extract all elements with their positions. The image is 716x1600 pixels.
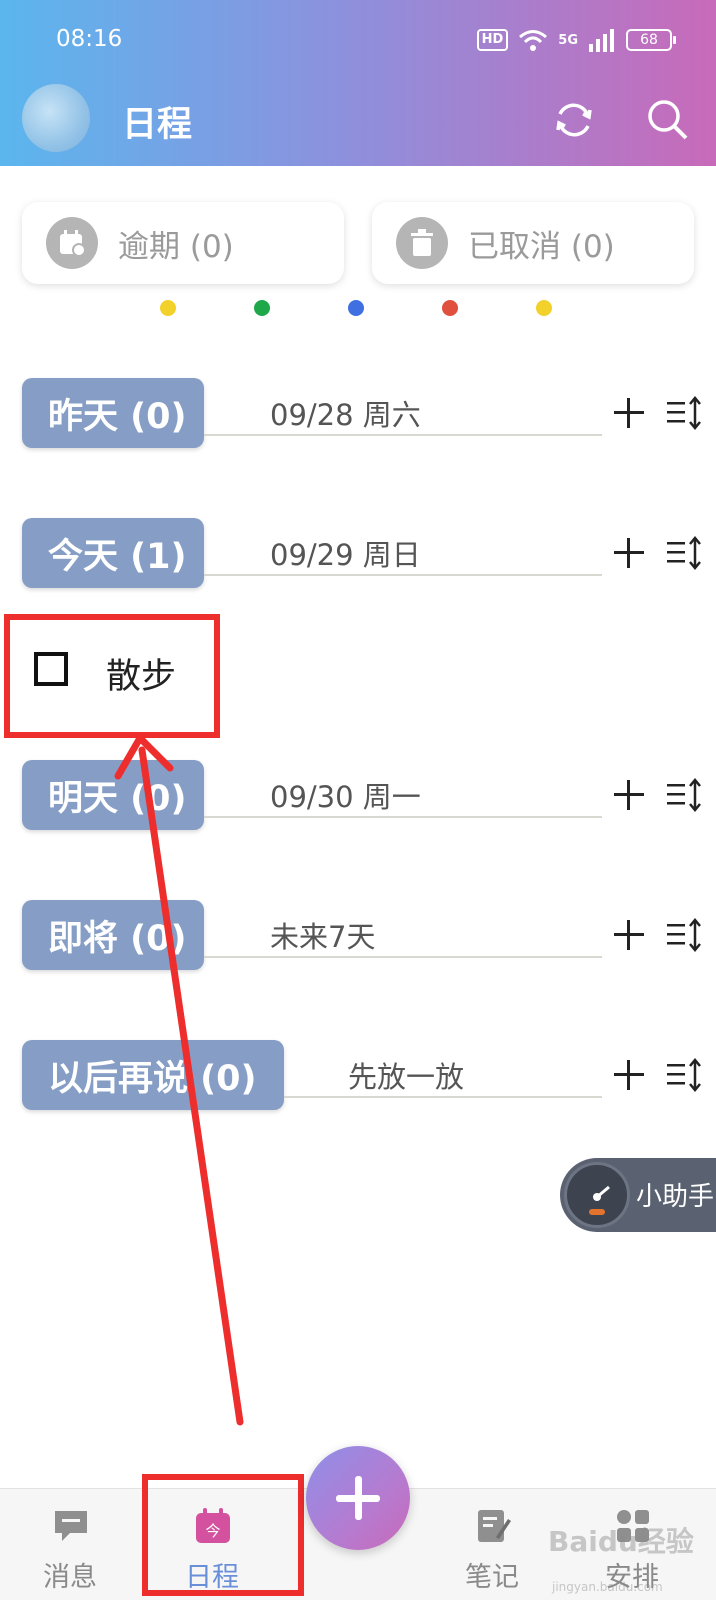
section-header-0[interactable]: 昨天 (0): [22, 378, 204, 448]
section-date: 09/28 周六: [270, 398, 421, 432]
signal-icon: [589, 29, 614, 52]
cancelled-filter-label: 已取消 (0): [468, 228, 615, 265]
color-dot[interactable]: [160, 300, 176, 316]
overdue-filter-button[interactable]: 逾期 (0): [22, 202, 344, 284]
network-label: 5G: [558, 32, 578, 48]
section-divider: [204, 816, 602, 818]
nav-messages[interactable]: 消息: [10, 1489, 130, 1600]
add-icon[interactable]: [612, 918, 646, 952]
section-date: 09/29 周日: [270, 538, 421, 572]
nav-highlight-box: [142, 1474, 304, 1596]
add-fab-button[interactable]: [306, 1446, 410, 1550]
avatar[interactable]: [22, 84, 90, 152]
nav-messages-label: 消息: [43, 1562, 97, 1593]
message-icon: [55, 1511, 87, 1541]
status-time: 08:16: [56, 26, 123, 52]
section-divider: [204, 956, 602, 958]
watermark-url: jingyan.baidu.com: [552, 1580, 663, 1594]
trash-icon: [396, 217, 448, 269]
page-title: 日程: [122, 105, 193, 145]
add-icon[interactable]: [612, 1058, 646, 1092]
section-header-4[interactable]: 以后再说 (0): [22, 1040, 284, 1110]
search-icon[interactable]: [644, 96, 692, 144]
sort-icon[interactable]: [666, 396, 704, 430]
sync-icon[interactable]: [550, 96, 598, 144]
section-date: 09/30 周一: [270, 780, 421, 814]
task-highlight-box: [4, 614, 220, 738]
overdue-filter-label: 逾期 (0): [118, 228, 234, 265]
color-dot[interactable]: [348, 300, 364, 316]
gauge-icon: [564, 1162, 630, 1228]
section-date: 先放一放: [348, 1060, 465, 1094]
app-header: 08:16 HD 5G 68 日程: [0, 0, 716, 166]
watermark-brand: Baidu经验: [548, 1525, 694, 1558]
battery-icon: 68: [626, 29, 676, 51]
sort-icon[interactable]: [666, 778, 704, 812]
cancelled-filter-button[interactable]: 已取消 (0): [372, 202, 694, 284]
add-icon[interactable]: [612, 778, 646, 812]
wifi-icon: [519, 30, 548, 51]
color-dot[interactable]: [536, 300, 552, 316]
calendar-clock-icon: [46, 217, 98, 269]
nav-notes[interactable]: 笔记: [432, 1489, 552, 1600]
section-header-2[interactable]: 明天 (0): [22, 760, 204, 830]
add-icon[interactable]: [612, 396, 646, 430]
add-icon[interactable]: [612, 536, 646, 570]
section-divider: [204, 574, 602, 576]
assistant-label: 小助手: [636, 1182, 715, 1212]
note-icon: [478, 1510, 511, 1542]
section-divider: [204, 434, 602, 436]
status-icons: HD 5G 68: [476, 28, 676, 52]
sort-icon[interactable]: [666, 1058, 704, 1092]
sort-icon[interactable]: [666, 918, 704, 952]
plus-icon: [336, 1476, 380, 1520]
section-date: 未来7天: [270, 920, 376, 954]
assistant-button[interactable]: 小助手: [560, 1158, 716, 1232]
section-header-1[interactable]: 今天 (1): [22, 518, 204, 588]
color-dot[interactable]: [254, 300, 270, 316]
hd-badge: HD: [476, 29, 509, 51]
nav-notes-label: 笔记: [465, 1562, 519, 1593]
section-divider: [284, 1096, 602, 1098]
color-dot[interactable]: [442, 300, 458, 316]
section-header-3[interactable]: 即将 (0): [22, 900, 204, 970]
sort-icon[interactable]: [666, 536, 704, 570]
